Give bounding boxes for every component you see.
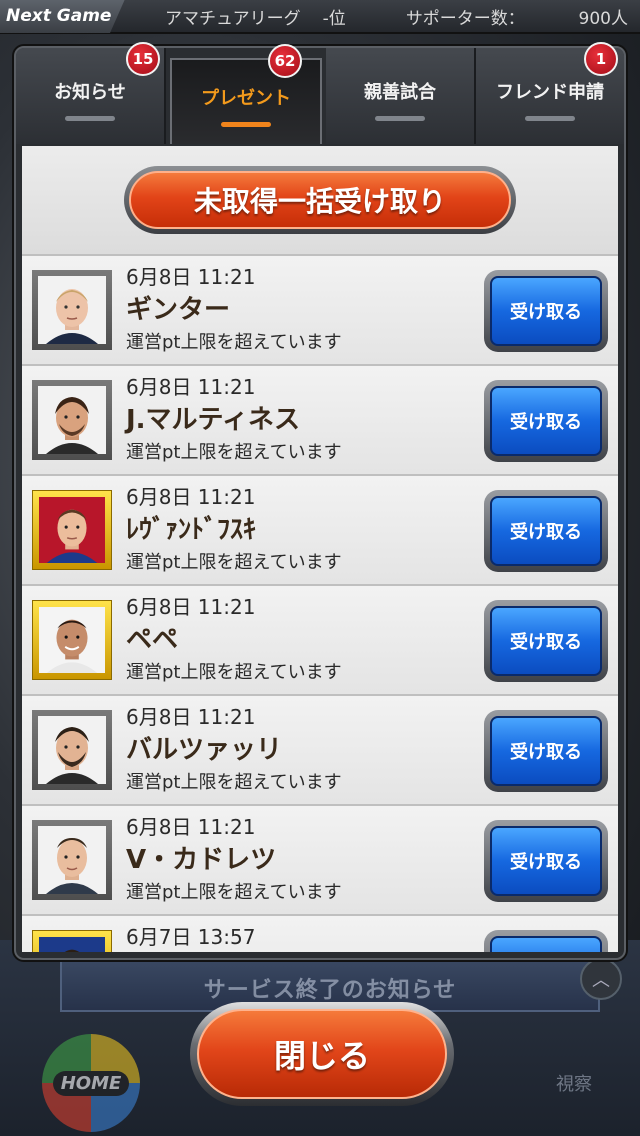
presents-count-badge: 62 bbox=[268, 44, 302, 78]
receive-label bbox=[490, 936, 602, 952]
item-player-name: バルツァッリ bbox=[126, 735, 283, 765]
receive-label: 受け取る bbox=[490, 496, 602, 566]
item-details: 6月8日 11:21 V・カドレツ 運営pt上限を超えています bbox=[126, 816, 342, 904]
tab-friend-requests[interactable]: 1 フレンド申請 bbox=[476, 42, 624, 144]
present-box-modal: 15 お知らせ 62 プレゼント 親善試合 1 フレンド申請 未取得一括受け取り bbox=[14, 42, 626, 960]
home-menu-wheel: HOME bbox=[42, 1034, 140, 1132]
present-item: 6月8日 11:21 ギンター 運営pt上限を超えています 受け取る bbox=[22, 254, 618, 364]
item-player-name: ペペ bbox=[126, 625, 179, 655]
item-player-name: ギンター bbox=[126, 295, 231, 325]
item-date: 6月8日 11:21 bbox=[126, 815, 256, 839]
player-avatar bbox=[32, 600, 112, 680]
item-note: 運営pt上限を超えています bbox=[126, 662, 342, 683]
item-details: 6月8日 11:21 ペペ 運営pt上限を超えています bbox=[126, 596, 342, 684]
receive-button[interactable]: 受け取る bbox=[484, 600, 608, 682]
receive-label: 受け取る bbox=[490, 386, 602, 456]
present-item: 6月8日 11:21 ﾚｳﾞｧﾝﾄﾞﾌｽｷ 運営pt上限を超えています 受け取る bbox=[22, 474, 618, 584]
bulk-receive-area: 未取得一括受け取り bbox=[22, 146, 618, 254]
item-details: 6月7日 13:57 bbox=[126, 926, 255, 952]
tab-label: 親善試合 bbox=[364, 81, 436, 103]
receive-button[interactable]: 受け取る bbox=[484, 490, 608, 572]
item-date: 6月7日 13:57 bbox=[126, 925, 256, 949]
player-avatar bbox=[32, 490, 112, 570]
receive-button[interactable] bbox=[484, 930, 608, 952]
tab-notices[interactable]: 15 お知らせ bbox=[16, 42, 166, 144]
notices-count-badge: 15 bbox=[126, 42, 160, 76]
player-portrait-icon bbox=[39, 607, 105, 673]
player-portrait-icon bbox=[38, 716, 106, 784]
player-avatar bbox=[32, 380, 112, 460]
item-details: 6月8日 11:21 ﾚｳﾞｧﾝﾄﾞﾌｽｷ 運営pt上限を超えています bbox=[126, 486, 342, 574]
item-date: 6月8日 11:21 bbox=[126, 485, 256, 509]
tab-label: お知らせ bbox=[54, 81, 126, 103]
player-portrait-icon bbox=[39, 937, 105, 952]
tab-label: プレゼント bbox=[201, 87, 291, 109]
supporters-label: サポーター数： bbox=[405, 8, 525, 29]
item-note: 運営pt上限を超えています bbox=[126, 442, 342, 463]
item-date: 6月8日 11:21 bbox=[126, 705, 256, 729]
tab-indicator bbox=[525, 115, 575, 121]
item-note: 運営pt上限を超えています bbox=[126, 552, 342, 573]
receive-button[interactable]: 受け取る bbox=[484, 270, 608, 352]
present-item: 6月7日 13:57 bbox=[22, 914, 618, 952]
friend-requests-count-badge: 1 bbox=[584, 42, 618, 76]
tab-indicator bbox=[65, 115, 115, 121]
item-details: 6月8日 11:21 バルツァッリ 運営pt上限を超えています bbox=[126, 706, 342, 794]
player-portrait-icon bbox=[38, 386, 106, 454]
present-item: 6月8日 11:21 ペペ 運営pt上限を超えています 受け取る bbox=[22, 584, 618, 694]
status-bar: Next Game アマチュアリーグ -位 サポーター数： 900人 bbox=[0, 0, 640, 34]
item-details: 6月8日 11:21 J.マルティネス 運営pt上限を超えています bbox=[126, 376, 342, 464]
receive-button[interactable]: 受け取る bbox=[484, 710, 608, 792]
item-player-name: ﾚｳﾞｧﾝﾄﾞﾌｽｷ bbox=[126, 515, 257, 545]
item-details: 6月8日 11:21 ギンター 運営pt上限を超えています bbox=[126, 266, 342, 354]
receive-all-button[interactable]: 未取得一括受け取り bbox=[124, 166, 516, 234]
present-list[interactable]: 未取得一括受け取り 6月8日 11:21 ギンター 運営pt上限を超えています … bbox=[22, 146, 618, 952]
present-item: 6月8日 11:21 バルツァッリ 運営pt上限を超えています 受け取る bbox=[22, 694, 618, 804]
close-button[interactable]: 閉じる bbox=[190, 1002, 454, 1106]
modal-tabs: 15 お知らせ 62 プレゼント 親善試合 1 フレンド申請 bbox=[16, 42, 624, 144]
receive-button[interactable]: 受け取る bbox=[484, 820, 608, 902]
tab-friendly-match[interactable]: 親善試合 bbox=[326, 48, 476, 144]
tab-indicator bbox=[375, 115, 425, 121]
next-game-label: Next Game bbox=[0, 0, 125, 33]
item-date: 6月8日 11:21 bbox=[126, 595, 256, 619]
league-name: アマチュアリーグ bbox=[165, 8, 301, 29]
item-note: 運営pt上限を超えています bbox=[126, 882, 342, 903]
item-note: 運営pt上限を超えています bbox=[126, 772, 342, 793]
close-label: 閉じる bbox=[197, 1009, 447, 1099]
receive-label: 受け取る bbox=[490, 716, 602, 786]
receive-button[interactable]: 受け取る bbox=[484, 380, 608, 462]
player-avatar bbox=[32, 820, 112, 900]
receive-all-label: 未取得一括受け取り bbox=[129, 171, 511, 229]
player-avatar bbox=[32, 270, 112, 350]
league-rank: -位 bbox=[322, 8, 346, 29]
tab-presents[interactable]: 62 プレゼント bbox=[170, 44, 322, 144]
banner-text: サービス終了のお知らせ bbox=[203, 978, 457, 1003]
item-date: 6月8日 11:21 bbox=[126, 265, 256, 289]
present-item: 6月8日 11:21 J.マルティネス 運営pt上限を超えています 受け取る bbox=[22, 364, 618, 474]
tab-label: フレンド申請 bbox=[496, 81, 604, 103]
item-note: 運営pt上限を超えています bbox=[126, 332, 342, 353]
chevron-up-icon: ︿ bbox=[580, 958, 622, 1000]
view-label: 視察 bbox=[556, 1074, 592, 1095]
receive-label: 受け取る bbox=[490, 826, 602, 896]
item-player-name: J.マルティネス bbox=[126, 405, 300, 435]
home-label: HOME bbox=[52, 1070, 130, 1096]
receive-label: 受け取る bbox=[490, 606, 602, 676]
present-item: 6月8日 11:21 V・カドレツ 運営pt上限を超えています 受け取る bbox=[22, 804, 618, 914]
receive-label: 受け取る bbox=[490, 276, 602, 346]
tab-indicator bbox=[221, 121, 271, 127]
player-portrait-icon bbox=[38, 276, 106, 344]
player-avatar bbox=[32, 710, 112, 790]
player-avatar bbox=[32, 930, 112, 952]
player-portrait-icon bbox=[39, 497, 105, 563]
supporters-value: 900人 bbox=[578, 8, 628, 29]
player-portrait-icon bbox=[38, 826, 106, 894]
item-date: 6月8日 11:21 bbox=[126, 375, 256, 399]
item-player-name: V・カドレツ bbox=[126, 845, 277, 875]
